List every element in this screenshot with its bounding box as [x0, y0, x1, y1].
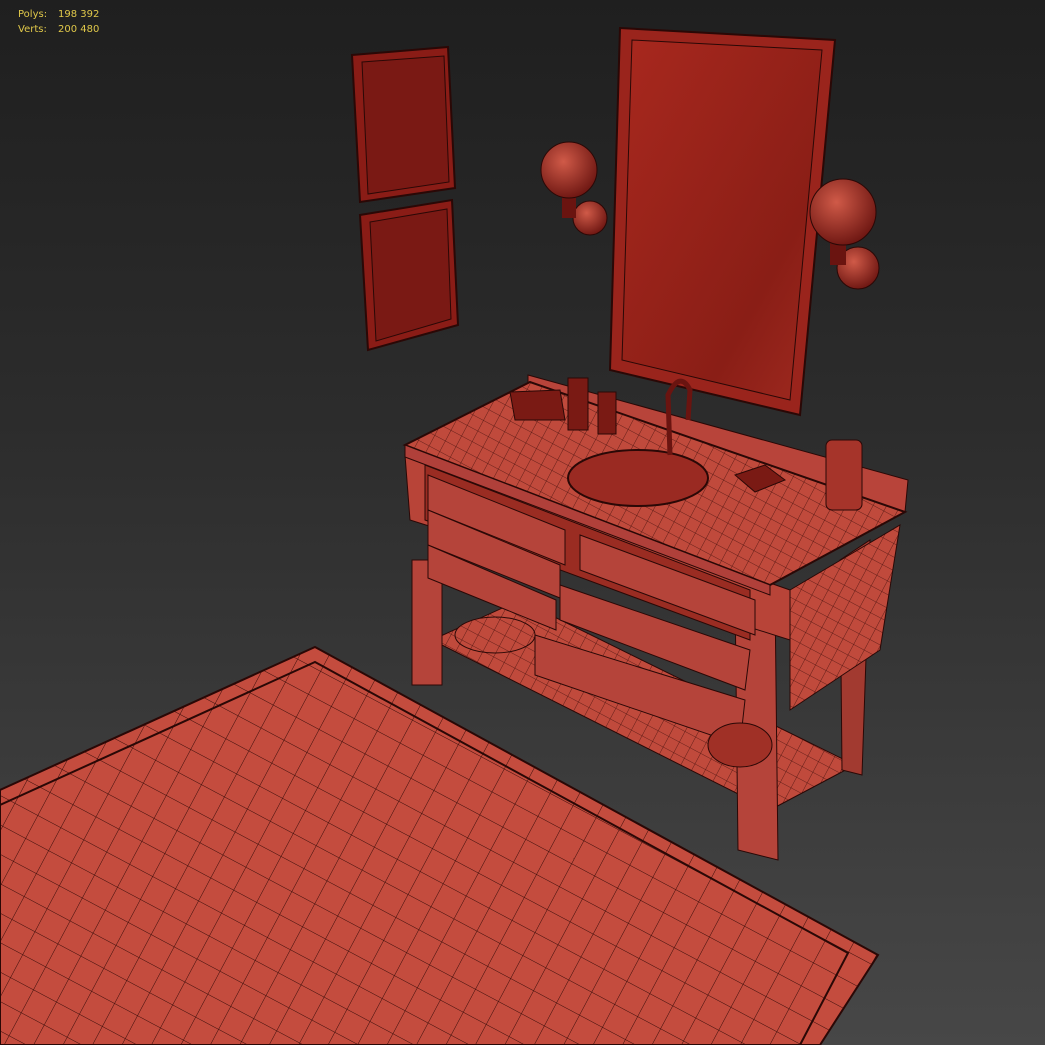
wall-sconce-right[interactable]: [809, 178, 880, 290]
stat-label: Polys:: [18, 9, 48, 20]
stat-verts: Verts: 200 480: [18, 22, 99, 37]
wall-frame-top[interactable]: [350, 45, 457, 204]
scene-canvas[interactable]: [0, 0, 1045, 1045]
stat-label: Verts:: [18, 24, 47, 35]
mirror[interactable]: [608, 26, 837, 417]
stat-polys: Polys: 198 392: [18, 7, 99, 22]
3d-viewport[interactable]: Polys: 198 392 Verts: 200 480: [0, 0, 1045, 1045]
stat-value: 200 480: [58, 24, 100, 35]
wall-sconce-left[interactable]: [540, 141, 608, 236]
viewport-statistics: Polys: 198 392 Verts: 200 480: [18, 7, 99, 37]
stat-value: 198 392: [58, 9, 100, 20]
wall-frame-bottom[interactable]: [358, 198, 460, 352]
